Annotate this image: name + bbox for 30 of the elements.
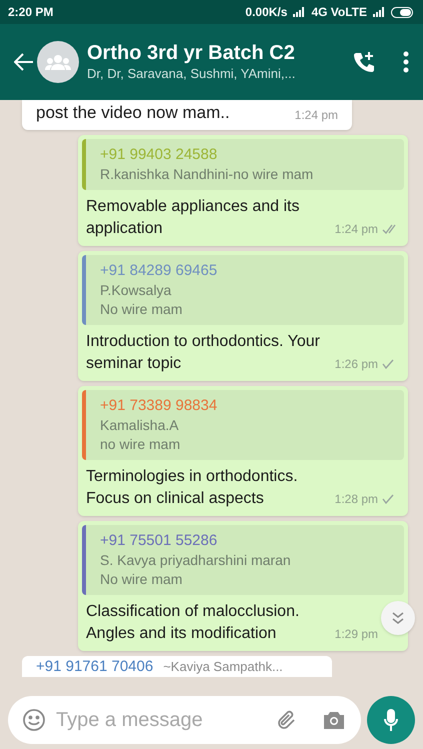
network-type: 4G VoLTE — [311, 4, 367, 21]
group-name[interactable]: Ortho 3rd yr Batch C2 — [87, 41, 353, 65]
quoted-text: Kamalisha.A — [100, 416, 180, 435]
message-text: Terminologies in orthodontics. Focus on clinical aspects — [86, 467, 299, 509]
message-input-field[interactable]: Type a message — [8, 696, 361, 744]
quoted-sender: +91 84289 69465 — [100, 261, 218, 281]
message-text: Classification of malocclusion. Angles and its modification — [86, 602, 300, 644]
group-members: Dr, Dr, Saravana, Sushmi, YAmini,... — [87, 65, 296, 83]
message-time: 1:29 pm — [334, 626, 378, 643]
sender-name: ~Kaviya Sampathk... — [163, 658, 283, 676]
quoted-text: No wire mam — [100, 300, 184, 319]
quoted-sender: +91 75501 55286 — [100, 531, 218, 551]
quoted-sender: +91 73389 98834 — [100, 396, 218, 416]
message-text: post the video now mam.. — [36, 102, 230, 124]
quoted-text: S. Kavya priyadharshini maran — [100, 551, 292, 570]
message-time: 1:26 pm — [334, 356, 378, 373]
message-text: Introduction to orthodontics. Your seminar topic — [86, 332, 321, 374]
status-time: 2:20 PM — [8, 4, 54, 21]
quoted-text: R.kanishka Nandhini-no wire mam — [100, 165, 314, 184]
message-time: 1:24 pm — [334, 221, 378, 238]
message-input[interactable]: Type a message — [56, 705, 265, 735]
quoted-text: no wire mam — [100, 435, 182, 454]
network-speed: 0.00K/s — [245, 4, 288, 21]
message-time: 1:28 pm — [334, 491, 378, 508]
quoted-sender: +91 99403 24588 — [100, 145, 218, 165]
message-text: Removable appliances and its application — [86, 197, 300, 239]
quoted-text: No wire mam — [100, 570, 184, 589]
quoted-text: P.Kowsalya — [100, 281, 172, 300]
sender-number: +91 91761 70406 — [36, 658, 154, 676]
message-time: 1:24 pm — [294, 107, 338, 124]
